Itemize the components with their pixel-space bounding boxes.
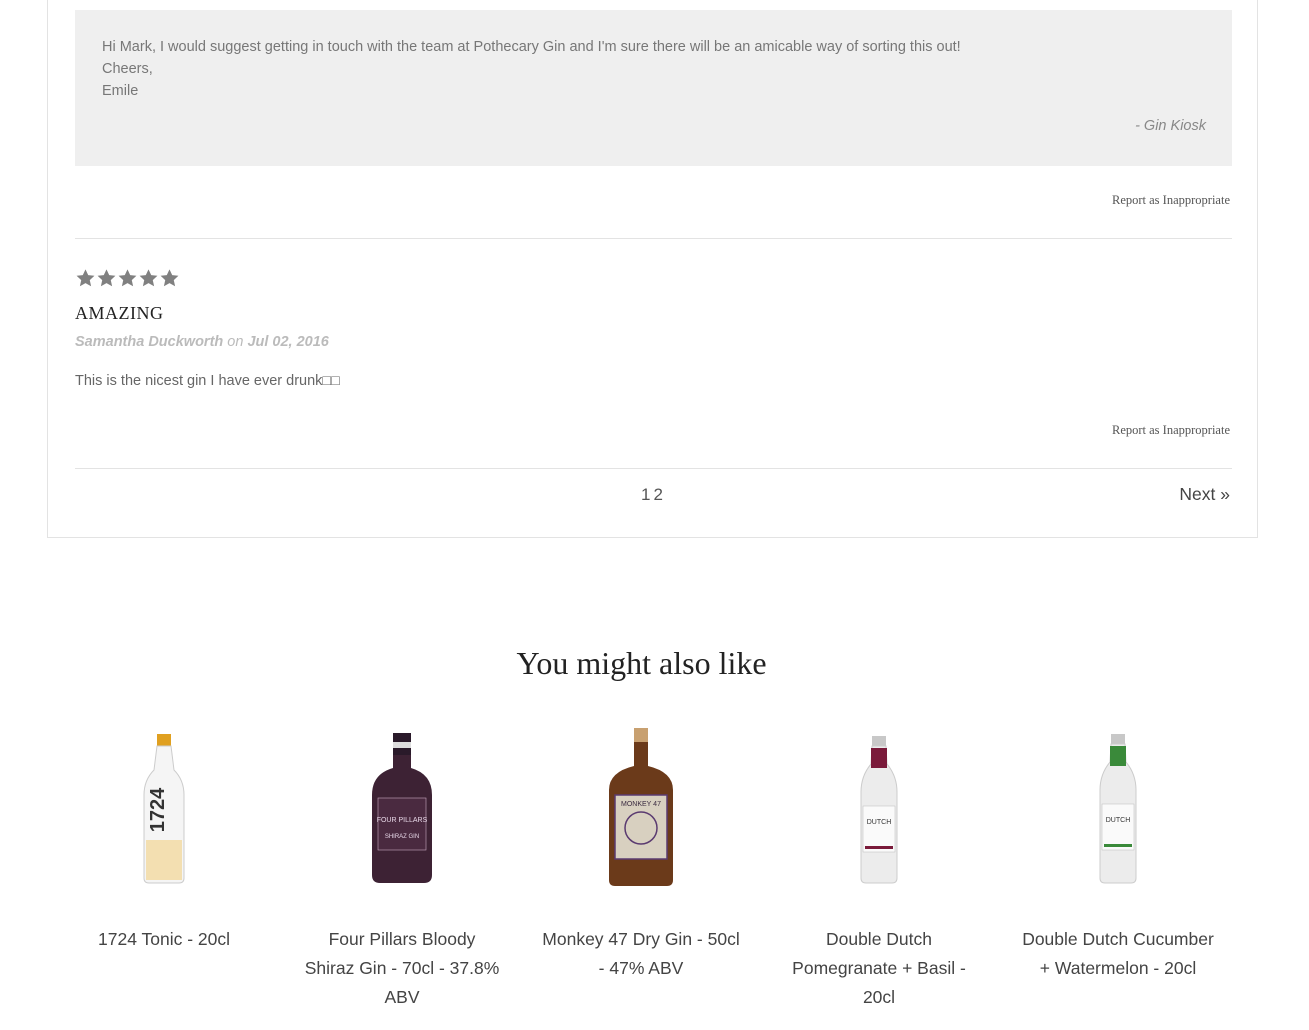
review-date: Jul 02, 2016: [247, 334, 329, 350]
store-reply: Hi Mark, I would suggest getting in touc…: [75, 10, 1232, 166]
product-card[interactable]: MONKEY 47 Monkey 47 Dry Gin - 50cl - 47%…: [541, 720, 741, 983]
star-rating: [75, 268, 180, 289]
product-name[interactable]: Double Dutch Pomegranate + Basil - 20cl: [779, 925, 979, 1012]
divider: [75, 238, 1232, 239]
product-name[interactable]: Four Pillars Bloody Shiraz Gin - 70cl - …: [302, 925, 502, 1012]
product-card[interactable]: DUTCH Double Dutch Cucumber + Watermelon…: [1018, 720, 1218, 983]
reply-body: Hi Mark, I would suggest getting in touc…: [102, 39, 961, 99]
product-card[interactable]: 1724 1724 Tonic - 20cl: [64, 720, 264, 954]
svg-text:DUTCH: DUTCH: [867, 819, 892, 826]
report-inappropriate-link[interactable]: Report as Inappropriate: [1112, 193, 1230, 208]
review-body: This is the nicest gin I have ever drunk…: [75, 373, 340, 389]
product-image[interactable]: 1724: [64, 720, 264, 895]
review-meta: Samantha Duckworth on Jul 02, 2016: [75, 334, 329, 350]
product-image[interactable]: DUTCH: [1018, 720, 1218, 895]
reply-signature: - Gin Kiosk: [1135, 118, 1206, 134]
mixer-bottle-image: DUTCH: [1099, 734, 1137, 884]
tonic-bottle-image: 1724: [143, 734, 185, 884]
report-inappropriate-link[interactable]: Report as Inappropriate: [1112, 423, 1230, 438]
pagination: 12: [641, 485, 666, 505]
star-icon: [76, 269, 95, 287]
svg-text:MONKEY 47: MONKEY 47: [621, 801, 661, 808]
svg-text:FOUR PILLARS: FOUR PILLARS: [377, 817, 428, 824]
review-author: Samantha Duckworth: [75, 334, 224, 350]
review-title: AMAZING: [75, 303, 164, 323]
gin-bottle-image: FOUR PILLARS SHIRAZ GIN: [372, 733, 432, 883]
product-image[interactable]: MONKEY 47: [541, 720, 741, 895]
svg-text:1724: 1724: [147, 787, 169, 832]
product-image[interactable]: DUTCH: [779, 720, 979, 895]
product-name[interactable]: Double Dutch Cucumber + Watermelon - 20c…: [1018, 925, 1218, 983]
star-icon: [118, 269, 137, 287]
svg-text:DUTCH: DUTCH: [1106, 817, 1131, 824]
related-products-heading: You might also like: [516, 645, 767, 681]
product-card[interactable]: DUTCH Double Dutch Pomegranate + Basil -…: [779, 720, 979, 1012]
star-icon: [139, 269, 158, 287]
svg-text:SHIRAZ GIN: SHIRAZ GIN: [385, 834, 419, 840]
divider: [75, 468, 1232, 469]
reviews-panel: Hi Mark, I would suggest getting in touc…: [47, 0, 1258, 538]
page-link-1[interactable]: 1: [641, 485, 650, 504]
next-page-link[interactable]: Next »: [1179, 484, 1230, 505]
star-icon: [160, 269, 179, 287]
review-on-label: on: [227, 334, 244, 350]
product-name[interactable]: 1724 Tonic - 20cl: [64, 925, 264, 954]
star-icon: [97, 269, 116, 287]
gin-bottle-image: MONKEY 47: [609, 728, 673, 886]
mixer-bottle-image: DUTCH: [860, 736, 898, 884]
product-image[interactable]: FOUR PILLARS SHIRAZ GIN: [302, 720, 502, 895]
page-link-2[interactable]: 2: [653, 485, 662, 504]
product-card[interactable]: FOUR PILLARS SHIRAZ GIN Four Pillars Blo…: [302, 720, 502, 1012]
product-name[interactable]: Monkey 47 Dry Gin - 50cl - 47% ABV: [541, 925, 741, 983]
